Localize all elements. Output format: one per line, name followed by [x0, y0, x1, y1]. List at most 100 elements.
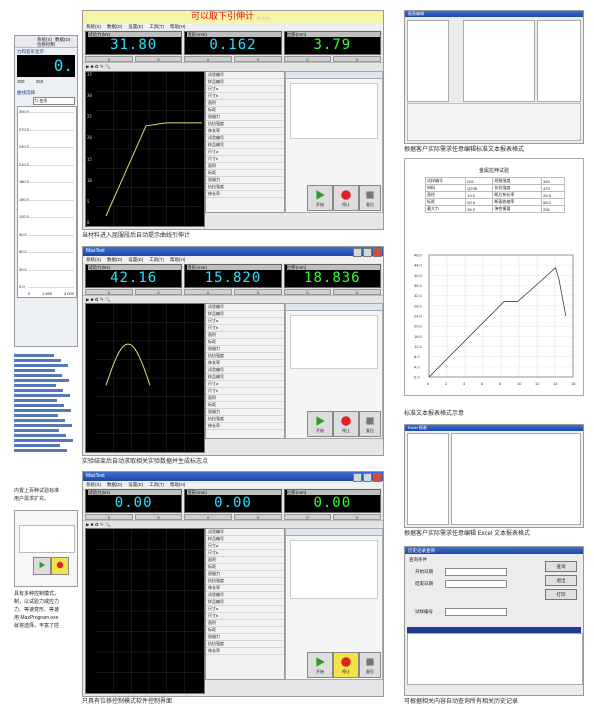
- param-row[interactable]: 标距: [206, 170, 284, 177]
- stop-button[interactable]: 停止: [333, 185, 359, 211]
- readout-1: 变形(mm) 0.162: [184, 31, 282, 55]
- menu-item[interactable]: 系统(S): [86, 257, 101, 262]
- standard-list-item: [14, 429, 59, 432]
- param-row[interactable]: 抗拉强度: [206, 416, 284, 423]
- param-row[interactable]: 标距: [206, 402, 284, 409]
- param-row[interactable]: 试验编号: [206, 135, 284, 142]
- menu-item[interactable]: 设置(E): [128, 257, 143, 262]
- report-y-tick: 36.0: [414, 283, 423, 288]
- param-row[interactable]: 尺寸a: [206, 381, 284, 388]
- param-row[interactable]: 标距: [206, 107, 284, 114]
- param-row[interactable]: 抗拉强度: [206, 353, 284, 360]
- param-row[interactable]: 抗拉强度: [206, 578, 284, 585]
- control-mode-label[interactable]: 位移控制: [37, 42, 55, 48]
- main-window-2: MaxTest 系统(S) 数据(D) 设置(E) 工具(T) 帮助(H) 试验力(kN) 4…: [82, 246, 384, 456]
- param-row[interactable]: 尺寸a: [206, 149, 284, 156]
- query-id-label: 试样编号: [415, 609, 433, 614]
- param-row[interactable]: 样品编号: [206, 311, 284, 318]
- param-row[interactable]: 尺寸b: [206, 550, 284, 557]
- param-row[interactable]: 尺寸a: [206, 606, 284, 613]
- param-row[interactable]: 伸长率: [206, 585, 284, 592]
- left-stop-button[interactable]: [51, 557, 69, 575]
- table-row: 试样编号 001 屈服强度 345: [424, 177, 565, 185]
- param-row[interactable]: 尺寸b: [206, 388, 284, 395]
- param-row[interactable]: 标距: [206, 627, 284, 634]
- param-row[interactable]: 抗拉强度: [206, 641, 284, 648]
- param-row[interactable]: 屈服力: [206, 634, 284, 641]
- play-icon: [316, 657, 325, 667]
- query-id-input[interactable]: [445, 608, 507, 616]
- param-row[interactable]: 尺寸a: [206, 86, 284, 93]
- param-row[interactable]: 面积: [206, 332, 284, 339]
- param-row[interactable]: 样品编号: [206, 374, 284, 381]
- param-row[interactable]: 标距: [206, 564, 284, 571]
- menu-item[interactable]: 设置(E): [128, 24, 143, 29]
- curve-type-select[interactable]: 力-变形: [33, 97, 75, 105]
- param-row[interactable]: 伸长率: [206, 128, 284, 135]
- param-row[interactable]: 面积: [206, 163, 284, 170]
- menu-item[interactable]: 数据(D): [107, 24, 122, 29]
- exit-button[interactable]: 退出: [545, 575, 577, 586]
- menu-item[interactable]: 帮助(H): [170, 482, 185, 487]
- reset-button[interactable]: 复位: [359, 185, 381, 211]
- param-row[interactable]: 屈服力: [206, 114, 284, 121]
- param-row[interactable]: 样品编号: [206, 79, 284, 86]
- param-row[interactable]: 屈服力: [206, 571, 284, 578]
- param-row[interactable]: 试验编号: [206, 367, 284, 374]
- param-row[interactable]: 尺寸a: [206, 543, 284, 550]
- main-window-1: 可以取下引伸计 。。。 系统(S) 数据(D) 设置(E) 工具(T) 帮助(H) 试验力(…: [82, 10, 384, 230]
- param-row[interactable]: 样品编号: [206, 142, 284, 149]
- readout-0: 试验力(kN) 0.00: [85, 489, 183, 513]
- query-start-input[interactable]: [445, 568, 507, 576]
- menu-item[interactable]: 工具(T): [149, 482, 164, 487]
- param-row[interactable]: 尺寸a: [206, 318, 284, 325]
- param-row[interactable]: 尺寸b: [206, 156, 284, 163]
- param-row[interactable]: 伸长率: [206, 648, 284, 655]
- param-row[interactable]: 抗拉强度: [206, 184, 284, 191]
- start-button[interactable]: 开始: [307, 411, 333, 437]
- reset-button[interactable]: 复位: [359, 652, 381, 678]
- param-row[interactable]: 试验编号: [206, 529, 284, 536]
- menu-item[interactable]: 数据(D): [107, 482, 122, 487]
- menu-item[interactable]: 工具(T): [149, 257, 164, 262]
- param-row[interactable]: 面积: [206, 557, 284, 564]
- param-row[interactable]: 伸长率: [206, 423, 284, 430]
- menu-item[interactable]: 系统(S): [86, 482, 101, 487]
- param-row[interactable]: 抗拉强度: [206, 121, 284, 128]
- menu-item[interactable]: 系统(S): [86, 24, 101, 29]
- param-row[interactable]: 面积: [206, 620, 284, 627]
- param-row[interactable]: 标距: [206, 339, 284, 346]
- reset-button[interactable]: 复位: [359, 411, 381, 437]
- stop-button[interactable]: 停止: [333, 411, 359, 437]
- query-end-input[interactable]: [445, 580, 507, 588]
- param-row[interactable]: 尺寸b: [206, 613, 284, 620]
- y-tick: 20: [87, 135, 92, 141]
- query-button[interactable]: 查询: [545, 561, 577, 572]
- param-row[interactable]: 试验编号: [206, 304, 284, 311]
- start-button[interactable]: 开始: [307, 652, 333, 678]
- param-row[interactable]: 屈服力: [206, 177, 284, 184]
- param-row[interactable]: 样品编号: [206, 599, 284, 606]
- menu-item[interactable]: 工具(T): [149, 24, 164, 29]
- print-button[interactable]: 打印: [545, 589, 577, 600]
- menu-item[interactable]: 数据(D): [107, 257, 122, 262]
- param-row[interactable]: 伸长率: [206, 360, 284, 367]
- left-start-button[interactable]: [33, 557, 51, 575]
- param-row[interactable]: 尺寸b: [206, 93, 284, 100]
- menu-item[interactable]: 帮助(H): [170, 257, 185, 262]
- param-row[interactable]: 尺寸b: [206, 325, 284, 332]
- start-button[interactable]: 开始: [307, 185, 333, 211]
- param-row[interactable]: 试验编号: [206, 72, 284, 79]
- menu-item[interactable]: 设置(E): [128, 482, 143, 487]
- param-row[interactable]: 伸长率: [206, 191, 284, 198]
- param-row[interactable]: 试验编号: [206, 592, 284, 599]
- menu-item[interactable]: 帮助(H): [170, 24, 185, 29]
- stop-button[interactable]: 停止: [333, 652, 359, 678]
- left-y-tick: 0.0: [19, 284, 25, 289]
- param-row[interactable]: 屈服力: [206, 409, 284, 416]
- param-row[interactable]: 面积: [206, 395, 284, 402]
- param-row[interactable]: 屈服力: [206, 346, 284, 353]
- param-row[interactable]: 样品编号: [206, 536, 284, 543]
- data-menu[interactable]: 数据(D): [55, 37, 70, 43]
- param-row[interactable]: 面积: [206, 100, 284, 107]
